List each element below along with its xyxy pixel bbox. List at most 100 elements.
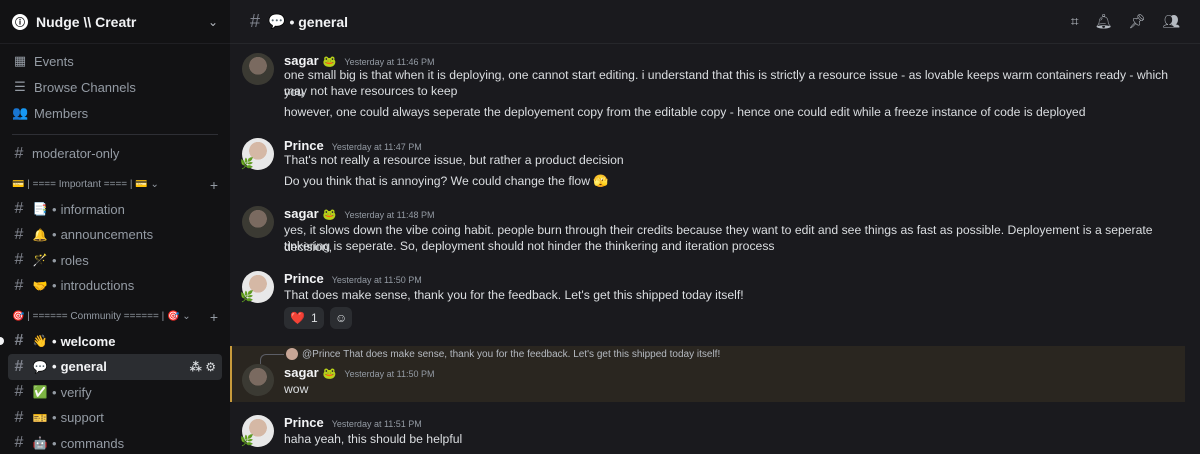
bell-emoji-icon: 🔔 — [32, 227, 48, 242]
channel-label: information — [60, 201, 125, 217]
gear-icon[interactable]: ⚙ — [205, 360, 216, 374]
sidebar-divider — [12, 134, 218, 135]
category-important[interactable]: 💳 | ==== Important ==== | 💳 ⌄ + — [0, 173, 230, 197]
avatar[interactable] — [242, 53, 274, 85]
chat-area: # 💬 • general ⌗ 🔔︎ 📌︎ 👥︎ sagar 🐸 Yesterd… — [230, 0, 1200, 454]
channel-header: # 💬 • general ⌗ 🔔︎ 📌︎ 👥︎ — [230, 0, 1200, 44]
bell-icon[interactable]: 🔔︎ — [1095, 13, 1113, 30]
threads-icon[interactable]: ⌗ — [1071, 13, 1079, 30]
information-emoji-icon: 📑 — [32, 202, 48, 217]
message-text: wow — [284, 382, 309, 396]
header-toolbar: ⌗ 🔔︎ 📌︎ 👥︎ — [1071, 13, 1180, 30]
hash-icon: # — [14, 408, 24, 426]
check-emoji-icon: ✅ — [32, 385, 48, 400]
avatar[interactable] — [242, 364, 274, 396]
timestamp: Yesterday at 11:50 PM — [344, 369, 435, 379]
reaction-count: 1 — [310, 311, 318, 325]
category-community[interactable]: 🎯 | ====== Community ====== | 🎯 ⌄ + — [0, 305, 230, 329]
add-channel-icon[interactable]: + — [210, 309, 218, 325]
channel-moderator-only[interactable]: # moderator-only — [8, 141, 222, 167]
reply-text: @Prince That does make sense, thank you … — [302, 348, 721, 360]
channel-general[interactable]: # 💬 • general ⁂ ⚙ — [8, 354, 222, 380]
channel-label: introductions — [60, 278, 135, 294]
sidebar-item-label: Members — [34, 105, 89, 121]
hash-icon: # — [14, 225, 24, 243]
chevron-down-icon[interactable]: ⌄ — [208, 15, 218, 29]
add-reaction-icon: ☺ — [335, 311, 348, 325]
channel-label: welcome — [60, 333, 116, 349]
sidebar-item-members[interactable]: 👥 Members — [0, 100, 230, 126]
channel-label: verify — [60, 384, 92, 400]
sidebar-item-label: Events — [34, 53, 74, 69]
message-header: sagar 🐸 Yesterday at 11:48 PM — [284, 206, 434, 221]
sidebar-item-label: Browse Channels — [34, 79, 136, 95]
message-text: That's not really a resource issue, but … — [284, 153, 624, 167]
server-header[interactable]: ⓘ Nudge \\ Creatr ⌄ — [0, 0, 230, 44]
username[interactable]: sagar — [284, 365, 319, 380]
timestamp: Yesterday at 11:50 PM — [331, 275, 422, 285]
members-icon: 👥 — [12, 105, 29, 120]
channel-announcements[interactable]: # 🔔 • announcements — [8, 222, 222, 248]
category-label: 💳 | ==== Important ==== | 💳 ⌄ — [12, 179, 159, 190]
hash-icon: # — [250, 11, 261, 31]
handshake-emoji-icon: 🤝 — [32, 278, 48, 293]
message-header: Prince Yesterday at 11:51 PM — [284, 415, 422, 430]
hash-icon: # — [14, 434, 24, 452]
timestamp: Yesterday at 11:51 PM — [331, 419, 422, 429]
sidebar-item-events[interactable]: ▦ Events — [0, 48, 230, 74]
server-logo-icon: ⓘ — [12, 13, 28, 30]
hash-icon: # — [14, 383, 24, 401]
message-highlighted[interactable]: @Prince That does make sense, thank you … — [230, 346, 1185, 402]
channel-information[interactable]: # 📑 • information — [8, 197, 222, 223]
ticket-emoji-icon: 🎫 — [32, 410, 48, 425]
channel-label: announcements — [60, 227, 154, 243]
user-badge-icon: 🐸 — [322, 209, 337, 221]
channel-introductions[interactable]: # 🤝 • introductions — [8, 273, 222, 299]
reply-avatar — [286, 348, 298, 360]
category-label: 🎯 | ====== Community ====== | 🎯 ⌄ — [12, 311, 191, 322]
pin-icon[interactable]: 📌︎ — [1128, 13, 1146, 30]
channel-roles[interactable]: # 🪄 • roles — [8, 248, 222, 274]
reply-connector — [260, 354, 284, 364]
username[interactable]: Prince — [284, 415, 324, 430]
avatar[interactable] — [242, 206, 274, 238]
sidebar-item-browse-channels[interactable]: ☰ Browse Channels — [0, 74, 230, 100]
username[interactable]: sagar — [284, 206, 319, 221]
message-text: may not have resources to keep — [284, 84, 458, 98]
plant-decoration-icon: 🌿 — [240, 158, 254, 170]
hash-icon: # — [14, 332, 24, 350]
calendar-icon: ▦ — [13, 53, 27, 68]
channel-label: moderator-only — [32, 146, 120, 162]
channel-label: general — [60, 359, 107, 375]
wand-emoji-icon: 🪄 — [32, 253, 48, 268]
speech-bubble-emoji-icon: 💬 — [268, 13, 286, 29]
hash-icon: # — [14, 251, 24, 269]
message-header: sagar 🐸 Yesterday at 11:46 PM — [284, 53, 434, 68]
browse-channels-icon: ☰ — [14, 79, 26, 94]
speech-bubble-emoji-icon: 💬 — [32, 359, 48, 374]
plant-decoration-icon: 🌿 — [240, 291, 254, 303]
reply-reference[interactable]: @Prince That does make sense, thank you … — [286, 348, 720, 360]
channel-support[interactable]: # 🎫 • support — [8, 405, 222, 431]
channel-label: commands — [60, 435, 125, 451]
channel-actions: ⁂ ⚙ — [190, 360, 216, 374]
message-header: Prince Yesterday at 11:47 PM — [284, 138, 422, 153]
username[interactable]: Prince — [284, 138, 324, 153]
channel-commands[interactable]: # 🤖 • commands — [8, 431, 222, 454]
username[interactable]: Prince — [284, 271, 324, 286]
channel-welcome[interactable]: # 👋 • welcome — [0, 329, 222, 355]
server-name: Nudge \\ Creatr — [36, 13, 137, 30]
add-reaction-button[interactable]: ☺ — [330, 307, 353, 329]
add-channel-icon[interactable]: + — [210, 177, 218, 193]
server-sidebar: ⓘ Nudge \\ Creatr ⌄ ▦ Events ☰ Browse Ch… — [0, 0, 230, 454]
reaction-heart[interactable]: ❤️ 1 — [284, 307, 324, 329]
channel-verify[interactable]: # ✅ • verify — [8, 380, 222, 406]
channel-title: • general — [289, 13, 349, 30]
invite-icon[interactable]: ⁂ — [190, 360, 202, 374]
heart-emoji-icon: ❤️ — [290, 311, 305, 325]
hash-icon: # — [14, 357, 24, 375]
username[interactable]: sagar — [284, 53, 319, 68]
message-header: sagar 🐸 Yesterday at 11:50 PM — [284, 365, 434, 380]
member-list-icon[interactable]: 👥︎ — [1162, 13, 1180, 30]
message-header: Prince Yesterday at 11:50 PM — [284, 271, 422, 286]
